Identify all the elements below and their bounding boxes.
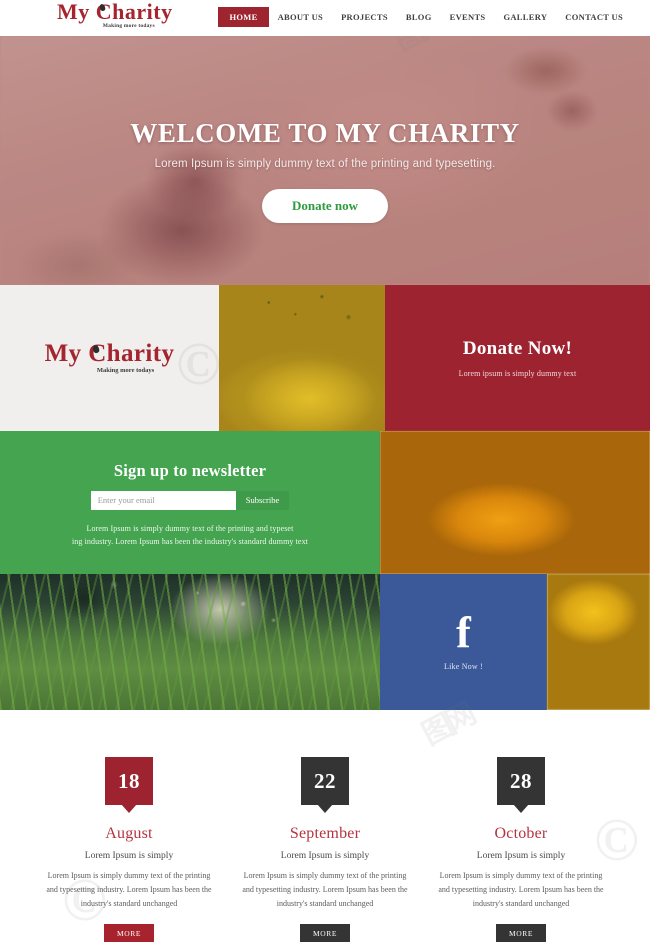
nav-item-projects[interactable]: PROJECTS	[332, 7, 397, 27]
event-lead: Lorem Ipsum is simply	[84, 851, 174, 861]
nav-item-events[interactable]: EVENTS	[441, 7, 495, 27]
header-logo[interactable]: My Charity Making more todays	[57, 1, 173, 30]
panel-logo: My Charity Making more todays	[45, 341, 175, 375]
event-more-button[interactable]: MORE	[495, 924, 547, 942]
nav-item-home[interactable]: HOME	[218, 7, 269, 27]
donate-panel[interactable]: Donate Now! Lorem ipsum is simply dummy …	[385, 285, 650, 431]
newsletter-description-line-1: Lorem Ipsum is simply dummy text of the …	[86, 523, 294, 533]
event-body: Lorem Ipsum is simply dummy text of the …	[46, 871, 212, 908]
facebook-panel[interactable]: f Like Now !	[380, 574, 547, 710]
nav-item-contact-us[interactable]: CONTACT US	[556, 7, 632, 27]
event-lead: Lorem Ipsum is simply	[476, 851, 566, 861]
orange-leaves-photo-tile	[380, 431, 650, 574]
event-date-badge: 18	[105, 757, 153, 805]
feature-band-row-3: f Like Now !	[0, 574, 650, 710]
hero-subtitle: Lorem Ipsum is simply dummy text of the …	[154, 158, 496, 170]
newsletter-panel: Sign up to newsletter Subscribe Lorem Ip…	[0, 431, 380, 574]
event-body: Lorem Ipsum is simply dummy text of the …	[242, 871, 408, 908]
event-lead: Lorem Ipsum is simply	[280, 851, 370, 861]
event-month: October	[494, 825, 548, 842]
event-day: 18	[118, 768, 140, 793]
events-section: 18 August Lorem Ipsum is simply Lorem Ip…	[0, 710, 650, 942]
facebook-icon: f	[456, 607, 471, 657]
logo-wordmark: My Charity	[57, 0, 173, 24]
newsletter-form: Subscribe	[90, 490, 290, 510]
panel-logo-tagline: Making more todays	[96, 367, 155, 375]
event-card: 18 August Lorem Ipsum is simply Lorem Ip…	[42, 757, 217, 942]
newsletter-subscribe-button[interactable]: Subscribe	[235, 490, 290, 510]
feature-band-row-1: My Charity Making more todays Donate Now…	[0, 285, 650, 431]
logo-panel: My Charity Making more todays	[0, 285, 219, 431]
event-month: August	[105, 825, 153, 842]
event-date-badge: 22	[301, 757, 349, 805]
gold-photo-tile	[547, 574, 650, 710]
newsletter-email-input[interactable]	[90, 490, 236, 510]
feature-band-row-2: Sign up to newsletter Subscribe Lorem Ip…	[0, 431, 650, 574]
event-date-badge: 28	[497, 757, 545, 805]
event-card: 22 September Lorem Ipsum is simply Lorem…	[238, 757, 413, 942]
panel-logo-wordmark: My Charity	[44, 340, 175, 368]
newsletter-description-line-2: ing industry. Lorem Ipsum has been the i…	[71, 537, 308, 546]
grass-photo-tile	[0, 574, 380, 710]
facebook-like-label: Like Now !	[444, 662, 483, 672]
logo-tagline: Making more todays	[102, 23, 155, 29]
logo-c-glyph-icon: C	[95, 0, 113, 24]
event-more-button[interactable]: MORE	[299, 924, 351, 942]
newsletter-description: Lorem Ipsum is simply dummy text of the …	[72, 522, 308, 548]
nav-item-blog[interactable]: BLOG	[397, 7, 441, 27]
hero-title: WELCOME TO MY CHARITY	[130, 118, 520, 148]
hero-banner: WELCOME TO MY CHARITY Lorem Ipsum is sim…	[0, 36, 650, 285]
newsletter-title: Sign up to newsletter	[113, 460, 267, 480]
donate-panel-title: Donate Now!	[462, 338, 573, 359]
nav-item-about-us[interactable]: ABOUT US	[269, 7, 332, 27]
site-header: My Charity Making more todays HOME ABOUT…	[0, 0, 650, 36]
event-day: 28	[510, 768, 532, 793]
donate-now-button[interactable]: Donate now	[261, 189, 389, 223]
panel-logo-c-glyph-icon: C	[88, 340, 107, 368]
event-card: 28 October Lorem Ipsum is simply Lorem I…	[434, 757, 609, 942]
main-navigation: HOME ABOUT US PROJECTS BLOG EVENTS GALLE…	[218, 7, 632, 27]
event-month: September	[289, 825, 361, 842]
event-body: Lorem Ipsum is simply dummy text of the …	[438, 871, 604, 908]
page-root: My Charity Making more todays HOME ABOUT…	[0, 0, 650, 942]
donate-panel-subtitle: Lorem ipsum is simply dummy text	[458, 369, 577, 378]
tree-photo-tile	[219, 285, 385, 431]
event-more-button[interactable]: MORE	[103, 924, 155, 942]
nav-item-gallery[interactable]: GALLERY	[494, 7, 556, 27]
event-day: 22	[314, 768, 336, 793]
hero-content: WELCOME TO MY CHARITY Lorem Ipsum is sim…	[0, 118, 650, 223]
